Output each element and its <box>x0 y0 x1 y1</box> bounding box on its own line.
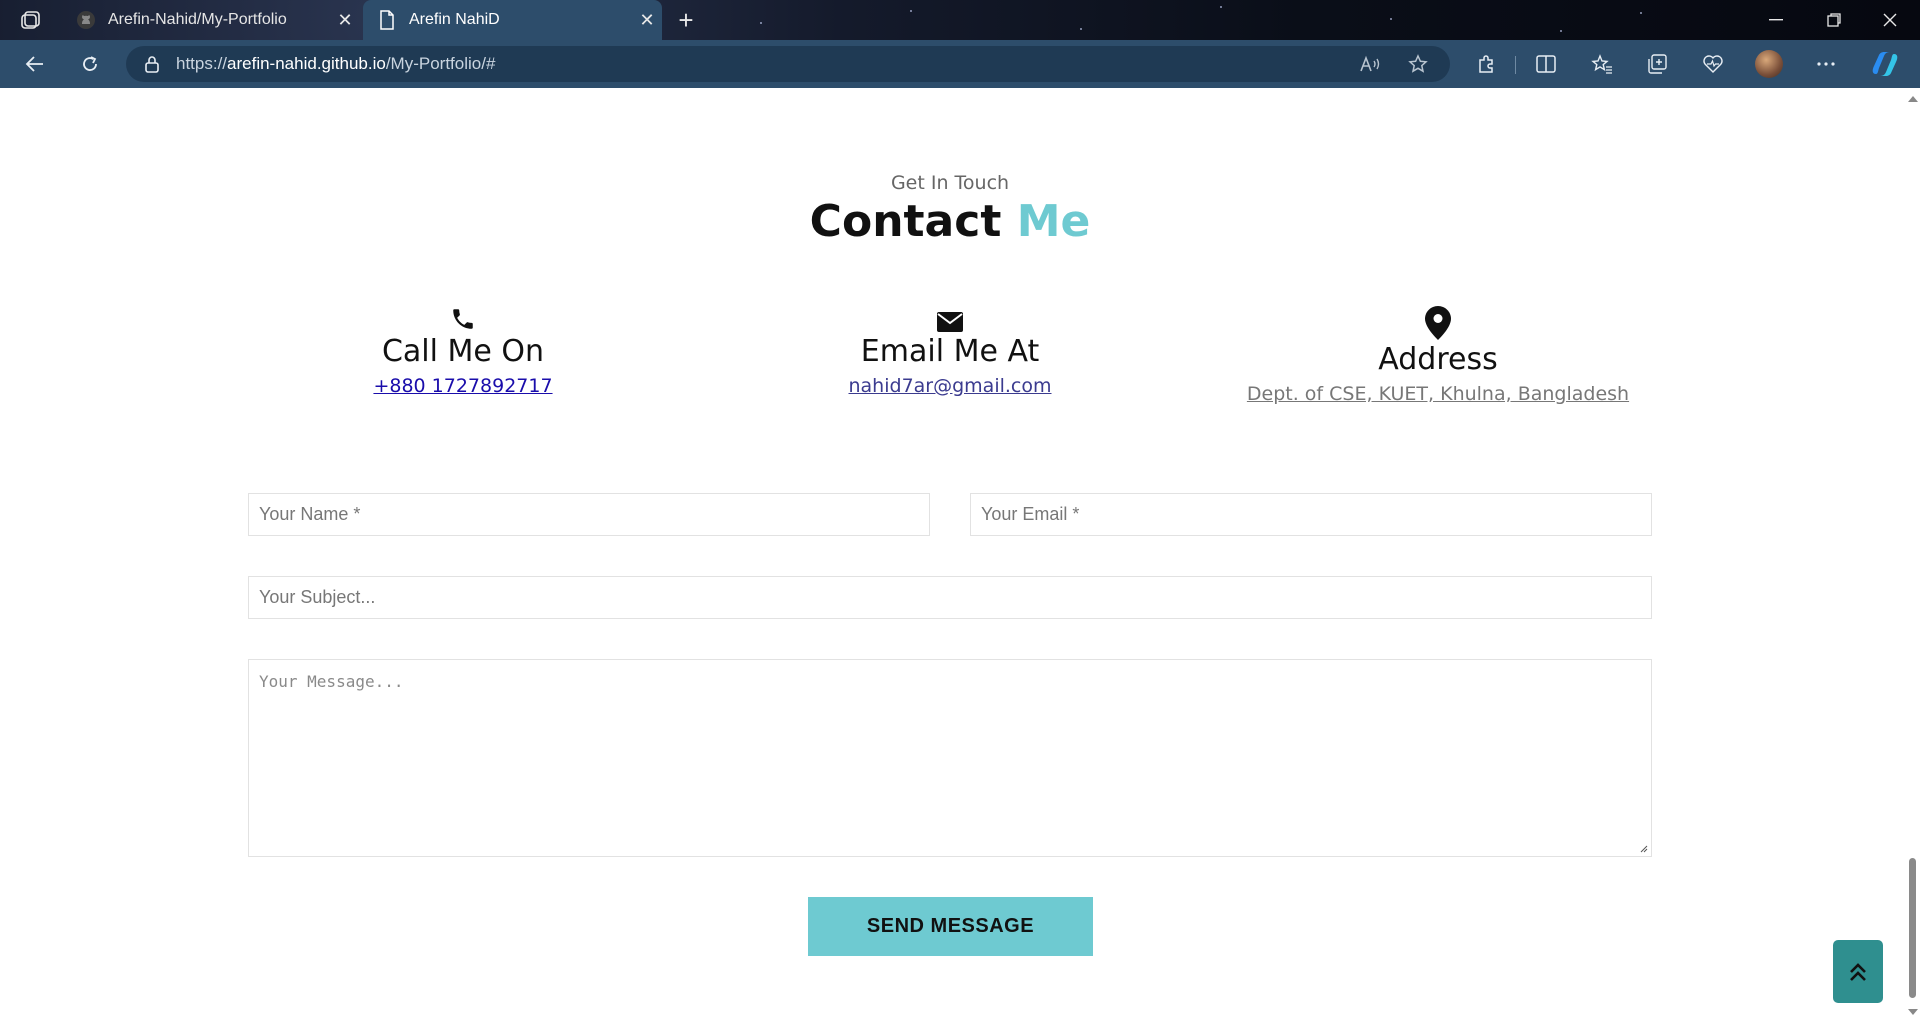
back-arrow-icon[interactable] <box>19 48 51 80</box>
contact-address-link[interactable]: Dept. of CSE, KUET, Khulna, Bangladesh <box>1208 383 1668 405</box>
page-viewport: Get In Touch Contact Me Call Me On +880 … <box>0 88 1905 1021</box>
browser-titlebar: Arefin-Nahid/My-Portfolio ✕ Arefin NahiD… <box>0 0 1920 40</box>
github-icon <box>76 10 96 30</box>
tab-github-repo[interactable]: Arefin-Nahid/My-Portfolio ✕ <box>62 0 360 40</box>
split-screen-icon[interactable] <box>1530 48 1562 80</box>
refresh-icon[interactable] <box>74 48 106 80</box>
new-tab-icon[interactable]: + <box>672 6 700 34</box>
favorites-icon[interactable] <box>1586 48 1618 80</box>
browser-essentials-icon[interactable] <box>1697 48 1729 80</box>
send-message-button[interactable]: SEND MESSAGE <box>808 897 1093 956</box>
scroll-up-arrow-icon[interactable] <box>1908 96 1918 102</box>
contact-phone: Call Me On +880 1727892717 <box>233 292 693 397</box>
contact-email-link[interactable]: nahid7ar@gmail.com <box>720 375 1180 397</box>
section-title: Contact Me <box>0 196 1900 247</box>
more-options-icon[interactable] <box>1810 48 1842 80</box>
contact-phone-link[interactable]: +880 1727892717 <box>233 375 693 397</box>
tab-actions-icon[interactable] <box>20 10 42 30</box>
url-host: arefin-nahid.github.io <box>227 54 386 73</box>
back-to-top-button[interactable] <box>1833 940 1883 1003</box>
favorite-star-icon[interactable] <box>1402 48 1434 80</box>
contact-email-label: Email Me At <box>860 334 1040 369</box>
contact-email: Email Me At nahid7ar@gmail.com <box>720 292 1180 397</box>
tab-title: Arefin NahiD <box>409 11 500 28</box>
tab-close-icon[interactable]: ✕ <box>330 10 360 31</box>
close-window-icon[interactable] <box>1862 0 1918 40</box>
restore-icon[interactable] <box>1806 0 1862 40</box>
document-icon <box>377 10 397 30</box>
section-title-main: Contact <box>809 196 1002 247</box>
lock-icon[interactable] <box>136 48 168 80</box>
double-chevron-up-icon <box>1850 962 1866 981</box>
scroll-down-arrow-icon[interactable] <box>1908 1009 1918 1015</box>
collections-icon[interactable] <box>1641 48 1673 80</box>
minimize-icon[interactable] <box>1748 0 1804 40</box>
browser-toolbar: https://arefin-nahid.github.io/My-Portfo… <box>0 40 1920 88</box>
toolbar-divider <box>1515 56 1516 74</box>
contact-phone-label: Call Me On <box>381 334 545 369</box>
name-input[interactable]: Your Name * <box>248 493 930 536</box>
tab-close-icon[interactable]: ✕ <box>632 10 662 31</box>
phone-icon <box>233 292 693 332</box>
contact-address: Address Dept. of CSE, KUET, Khulna, Bang… <box>1208 292 1668 405</box>
scrollbar-thumb[interactable] <box>1909 858 1916 998</box>
address-bar[interactable]: https://arefin-nahid.github.io/My-Portfo… <box>126 46 1450 82</box>
section-title-accent: Me <box>1016 196 1091 247</box>
tab-title: Arefin-Nahid/My-Portfolio <box>108 11 287 28</box>
message-placeholder: Your Message... <box>259 672 404 691</box>
contact-address-label: Address <box>1378 342 1498 377</box>
profile-avatar[interactable] <box>1755 50 1783 78</box>
map-pin-icon <box>1208 292 1668 340</box>
resize-handle-icon[interactable] <box>1638 843 1648 853</box>
envelope-icon <box>720 292 1180 332</box>
email-input[interactable]: Your Email * <box>970 493 1652 536</box>
url-prefix: https:// <box>176 54 228 73</box>
message-textarea[interactable]: Your Message... <box>248 659 1652 857</box>
subject-input[interactable]: Your Subject... <box>248 576 1652 619</box>
url-path: /My-Portfolio/# <box>385 54 496 73</box>
section-subtitle: Get In Touch <box>890 172 1010 194</box>
extensions-icon[interactable] <box>1470 48 1502 80</box>
read-aloud-icon[interactable] <box>1354 48 1386 80</box>
copilot-icon[interactable] <box>1870 50 1900 78</box>
tab-portfolio[interactable]: Arefin NahiD ✕ <box>363 0 662 40</box>
page-scrollbar[interactable] <box>1905 88 1920 1021</box>
